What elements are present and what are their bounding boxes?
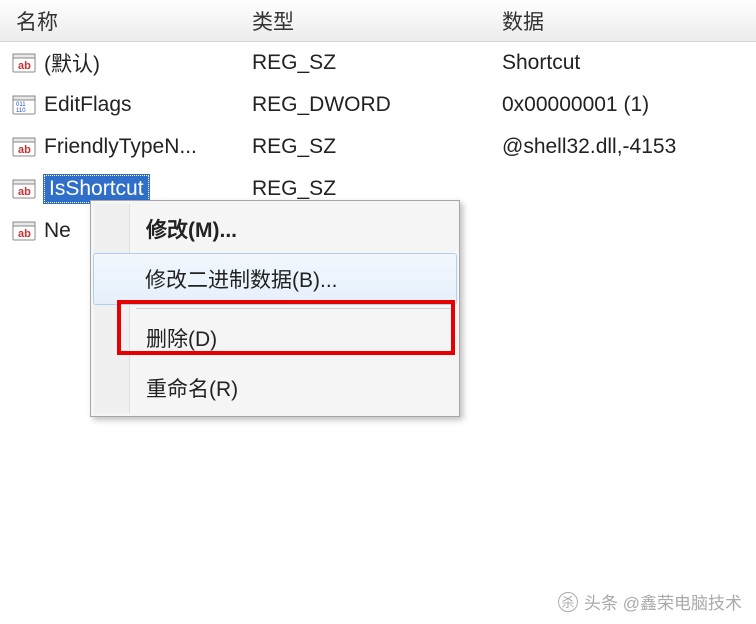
value-type: REG_DWORD — [240, 87, 490, 123]
value-name: EditFlags — [44, 93, 132, 117]
value-name-selected: IsShortcut — [44, 175, 149, 203]
watermark-icon: 杀 — [558, 592, 578, 612]
value-data: Shortcut — [490, 45, 756, 81]
table-row[interactable]: ab (默认) REG_SZ Shortcut — [0, 42, 756, 84]
menu-separator — [136, 308, 452, 309]
menu-item-modify-binary[interactable]: 修改二进制数据(B)... — [93, 253, 457, 305]
menu-item-modify[interactable]: 修改(M)... — [94, 204, 456, 254]
value-data — [490, 225, 756, 237]
reg-string-icon: ab — [12, 177, 36, 201]
svg-text:ab: ab — [18, 60, 31, 72]
value-type: REG_SZ — [240, 45, 490, 81]
value-name: (默认) — [44, 48, 100, 78]
header-type[interactable]: 类型 — [240, 0, 490, 44]
header-data[interactable]: 数据 — [490, 0, 756, 44]
svg-text:110: 110 — [16, 108, 26, 114]
reg-string-icon: ab — [12, 135, 36, 159]
value-data: 0x00000001 (1) — [490, 87, 756, 123]
watermark: 杀 头条 @鑫荣电脑技术 — [558, 589, 742, 614]
menu-item-rename[interactable]: 重命名(R) — [94, 363, 456, 413]
svg-text:ab: ab — [18, 144, 31, 156]
value-name: FriendlyTypeN... — [44, 135, 197, 159]
table-row[interactable]: ab FriendlyTypeN... REG_SZ @shell32.dll,… — [0, 126, 756, 168]
reg-string-icon: ab — [12, 219, 36, 243]
menu-item-delete[interactable]: 删除(D) — [94, 313, 456, 363]
header-name[interactable]: 名称 — [0, 0, 240, 44]
value-type: REG_SZ — [240, 129, 490, 165]
reg-binary-icon: 011 110 — [12, 93, 36, 117]
value-data — [490, 183, 756, 195]
svg-text:ab: ab — [18, 228, 31, 240]
value-name: Ne — [44, 219, 71, 243]
table-header-row: 名称 类型 数据 — [0, 0, 756, 42]
watermark-text: 头条 @鑫荣电脑技术 — [584, 589, 742, 614]
value-data: @shell32.dll,-4153 — [490, 129, 756, 165]
table-row[interactable]: 011 110 EditFlags REG_DWORD 0x00000001 (… — [0, 84, 756, 126]
svg-text:ab: ab — [18, 186, 31, 198]
reg-string-icon: ab — [12, 51, 36, 75]
context-menu: 修改(M)... 修改二进制数据(B)... 删除(D) 重命名(R) — [90, 200, 460, 417]
